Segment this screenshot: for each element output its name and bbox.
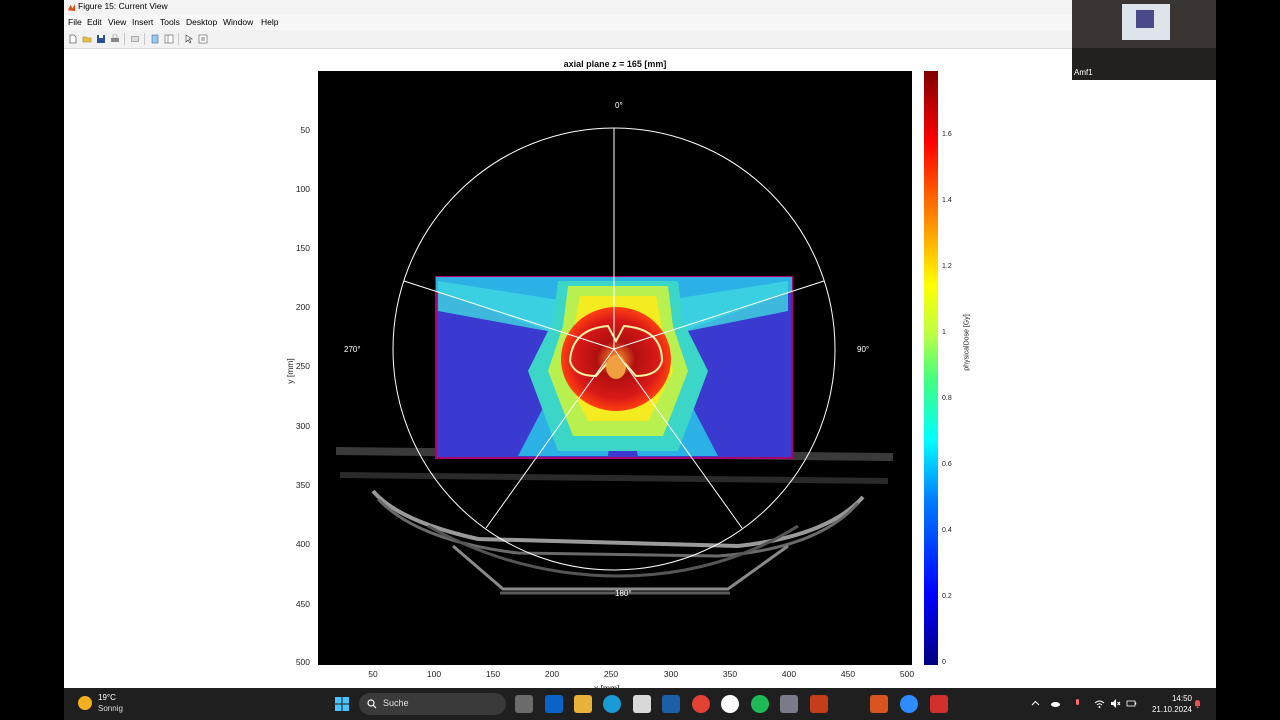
matlab-taskbar-icon[interactable] (870, 695, 888, 713)
sun-icon[interactable] (78, 696, 92, 710)
windows-start-icon[interactable] (334, 696, 350, 712)
dose-plot (318, 71, 912, 665)
colorbar-tick: 0.6 (942, 461, 952, 468)
x-tick: 300 (663, 669, 679, 679)
x-tick: 400 (781, 669, 797, 679)
x-tick: 50 (368, 669, 378, 679)
pointer-icon[interactable] (184, 34, 194, 44)
menu-edit[interactable]: Edit (87, 17, 102, 27)
zotero-icon[interactable] (930, 695, 948, 713)
speaker-muted-icon[interactable] (1110, 698, 1121, 709)
y-tick: 100 (295, 184, 310, 194)
figure-window: Figure 15: Current View File Edit View I… (64, 0, 1216, 693)
print-preview-icon[interactable] (130, 34, 140, 44)
colorbar-tick: 1.6 (942, 131, 952, 138)
dock-toggle-icon[interactable] (150, 34, 160, 44)
angle-label-top: 0° (615, 101, 623, 110)
outlook-icon[interactable] (545, 695, 563, 713)
search-placeholder: Suche (383, 698, 409, 708)
menu-bar: File Edit View Insert Tools Desktop Wind… (64, 15, 1216, 30)
y-axis-label: y [mm] (285, 358, 295, 384)
taskbar: 19°C Sonnig Suche 14:50 21.10.2024 (64, 688, 1216, 720)
weather-description[interactable]: Sonnig (98, 704, 123, 713)
store-icon[interactable] (633, 695, 651, 713)
dropbox-icon[interactable] (662, 695, 680, 713)
battery-icon[interactable] (1126, 698, 1137, 709)
angle-label-right: 90° (857, 345, 870, 354)
edge-icon[interactable] (603, 695, 621, 713)
matlab-icon (67, 3, 76, 12)
toolbar-separator (178, 33, 179, 45)
powerpoint-icon[interactable] (810, 695, 828, 713)
colorbar (924, 71, 938, 665)
clock-time[interactable]: 14:50 (1162, 694, 1192, 703)
spotify-icon[interactable] (751, 695, 769, 713)
wifi-icon[interactable] (1094, 698, 1105, 709)
x-tick: 450 (840, 669, 856, 679)
title-bar: Figure 15: Current View (64, 0, 1216, 15)
zoom-icon[interactable] (900, 695, 918, 713)
chrome-icon[interactable] (692, 695, 710, 713)
y-tick: 500 (295, 657, 310, 667)
menu-tools[interactable]: Tools (160, 17, 180, 27)
y-tick: 350 (295, 480, 310, 490)
webcam-thumbnail: Amf1 (1072, 0, 1216, 80)
notification-bell-icon[interactable] (1192, 698, 1203, 709)
y-tick: 50 (300, 125, 310, 135)
task-view-icon[interactable] (515, 695, 533, 713)
y-tick: 450 (295, 599, 310, 609)
menu-help[interactable]: Help (261, 17, 278, 27)
x-tick: 100 (426, 669, 442, 679)
cloud-icon[interactable] (1050, 698, 1061, 709)
new-figure-icon[interactable] (68, 34, 78, 44)
microphone-icon[interactable] (1072, 698, 1083, 709)
figure-canvas: axial plane z = 165 [mm] 0° 90° 180° 270… (64, 49, 1216, 693)
app-icon[interactable] (780, 695, 798, 713)
save-icon[interactable] (96, 34, 106, 44)
colorbar-tick: 1.4 (942, 197, 952, 204)
y-tick: 150 (295, 243, 310, 253)
colorbar-tick: 0.4 (942, 527, 952, 534)
colorbar-tick: 0 (942, 659, 946, 666)
clock-date[interactable]: 21.10.2024 (1144, 705, 1192, 714)
menu-desktop[interactable]: Desktop (186, 17, 217, 27)
menu-window[interactable]: Window (223, 17, 253, 27)
open-folder-icon[interactable] (82, 34, 92, 44)
chevron-up-icon[interactable] (1030, 698, 1041, 709)
window-title: Figure 15: Current View (78, 1, 168, 11)
x-tick: 150 (485, 669, 501, 679)
colorbar-tick: 0.8 (942, 395, 952, 402)
colorbar-tick: 1.2 (942, 263, 952, 270)
plot-title: axial plane z = 165 [mm] (563, 59, 667, 69)
colorbar-tick: 0.2 (942, 593, 952, 600)
webcam-label: Amf1 (1074, 68, 1093, 77)
taskbar-search[interactable]: Suche (359, 693, 506, 715)
y-tick: 200 (295, 302, 310, 312)
menu-file[interactable]: File (68, 17, 82, 27)
webcam-screen-content (1136, 10, 1154, 28)
toolbar-separator (124, 33, 125, 45)
plot-browser-icon[interactable] (198, 34, 208, 44)
colorbar-tick: 1 (942, 329, 946, 336)
toolbar (64, 30, 1216, 49)
x-tick: 250 (603, 669, 619, 679)
colorbar-label: physicalDose [Gy] (963, 314, 971, 371)
print-icon[interactable] (110, 34, 120, 44)
search-icon (367, 699, 377, 709)
github-icon[interactable] (721, 695, 739, 713)
x-tick: 350 (722, 669, 738, 679)
property-editor-icon[interactable] (164, 34, 174, 44)
angle-label-bottom: 180° (615, 589, 632, 598)
menu-view[interactable]: View (108, 17, 126, 27)
x-tick: 200 (544, 669, 560, 679)
weather-temperature[interactable]: 19°C (98, 693, 116, 702)
toolbar-separator (144, 33, 145, 45)
y-tick: 400 (295, 539, 310, 549)
menu-insert[interactable]: Insert (132, 17, 153, 27)
x-tick: 500 (899, 669, 915, 679)
angle-label-left: 270° (344, 345, 361, 354)
file-explorer-icon[interactable] (574, 695, 592, 713)
webcam-room (1072, 48, 1216, 80)
y-tick: 300 (295, 421, 310, 431)
